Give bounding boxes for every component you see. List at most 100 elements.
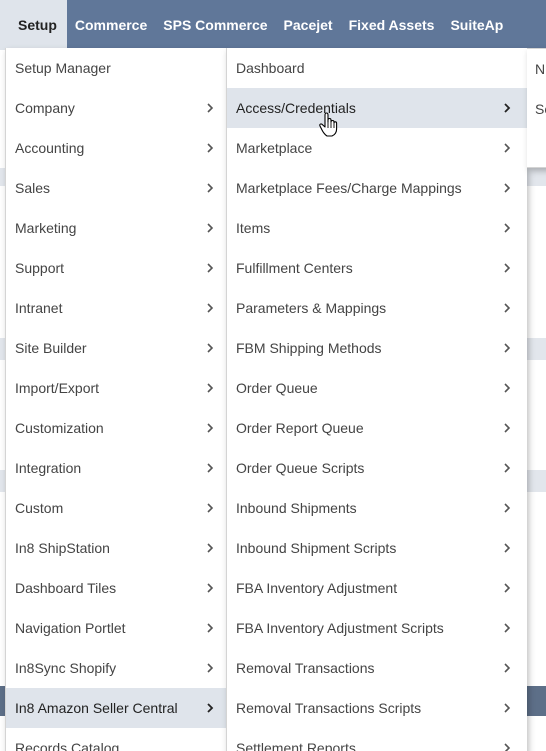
- submenu-item-items[interactable]: Items: [227, 208, 527, 248]
- menu-item-label: Marketplace: [236, 140, 313, 156]
- menu-item-import-export[interactable]: Import/Export: [6, 368, 226, 408]
- nav-tab-suiteapps[interactable]: SuiteAp: [442, 0, 511, 50]
- chevron-right-icon: [501, 702, 513, 714]
- amazon-seller-central-submenu: Dashboard Access/Credentials Marketplace…: [226, 48, 527, 751]
- menu-item-label: Custom: [15, 500, 64, 516]
- menu-item-navigation-portlet[interactable]: Navigation Portlet: [6, 608, 226, 648]
- menu-item-label: Dashboard Tiles: [15, 580, 117, 596]
- menu-item-label: Order Report Queue: [236, 420, 364, 436]
- nav-tab-fixed-assets[interactable]: Fixed Assets: [341, 0, 443, 50]
- menu-item-accounting[interactable]: Accounting: [6, 128, 226, 168]
- access-credentials-submenu: N Se: [527, 48, 546, 168]
- submenu-item-fba-inventory-adjustment[interactable]: FBA Inventory Adjustment: [227, 568, 527, 608]
- chevron-right-icon: [204, 222, 216, 234]
- chevron-right-icon: [501, 302, 513, 314]
- menu-item-setup-manager[interactable]: Setup Manager: [6, 48, 226, 88]
- submenu-item-marketplace-fees[interactable]: Marketplace Fees/Charge Mappings: [227, 168, 527, 208]
- menu-item-company[interactable]: Company: [6, 88, 226, 128]
- menu-item-label: Fulfillment Centers: [236, 260, 353, 276]
- menu-item-custom[interactable]: Custom: [6, 488, 226, 528]
- submenu3-item-search[interactable]: Se: [527, 89, 546, 129]
- menu-item-intranet[interactable]: Intranet: [6, 288, 226, 328]
- menu-item-site-builder[interactable]: Site Builder: [6, 328, 226, 368]
- menu-item-label: Accounting: [15, 140, 85, 156]
- menu-item-marketing[interactable]: Marketing: [6, 208, 226, 248]
- submenu-item-inbound-shipment-scripts[interactable]: Inbound Shipment Scripts: [227, 528, 527, 568]
- menu-item-label: Order Queue: [236, 380, 318, 396]
- chevron-right-icon: [204, 622, 216, 634]
- chevron-right-icon: [501, 382, 513, 394]
- hand-pointer-icon: [319, 112, 338, 137]
- submenu-item-parameters-mappings[interactable]: Parameters & Mappings: [227, 288, 527, 328]
- submenu3-item-new[interactable]: N: [527, 49, 546, 89]
- menu-item-label: Marketing: [15, 220, 77, 236]
- menu-item-records-catalog[interactable]: Records Catalog: [6, 728, 226, 751]
- menu-item-label: In8Sync Shopify: [15, 660, 117, 676]
- chevron-right-icon: [204, 702, 216, 714]
- menu-item-label: In8 Amazon Seller Central: [15, 700, 178, 716]
- chevron-right-icon: [204, 302, 216, 314]
- menu-item-sales[interactable]: Sales: [6, 168, 226, 208]
- menu-item-label: Support: [15, 260, 65, 276]
- menu-item-in8-shipstation[interactable]: In8 ShipStation: [6, 528, 226, 568]
- chevron-right-icon: [204, 422, 216, 434]
- chevron-right-icon: [501, 422, 513, 434]
- submenu-item-fulfillment-centers[interactable]: Fulfillment Centers: [227, 248, 527, 288]
- chevron-right-icon: [204, 382, 216, 394]
- nav-tab-setup[interactable]: Setup: [0, 0, 67, 50]
- menu-item-label: Items: [236, 220, 271, 236]
- top-navigation: Setup Commerce SPS Commerce Pacejet Fixe…: [0, 0, 546, 50]
- submenu-item-dashboard[interactable]: Dashboard: [227, 48, 527, 88]
- submenu-item-order-report-queue[interactable]: Order Report Queue: [227, 408, 527, 448]
- menu-item-label: Setup Manager: [15, 60, 111, 76]
- menu-item-label: Se: [535, 101, 546, 117]
- chevron-right-icon: [501, 742, 513, 751]
- submenu-item-order-queue[interactable]: Order Queue: [227, 368, 527, 408]
- menu-item-label: Company: [15, 100, 75, 116]
- menu-item-customization[interactable]: Customization: [6, 408, 226, 448]
- chevron-right-icon: [204, 182, 216, 194]
- menu-item-label: Sales: [15, 180, 51, 196]
- submenu-item-marketplace[interactable]: Marketplace: [227, 128, 527, 168]
- submenu-item-access-credentials[interactable]: Access/Credentials: [227, 88, 527, 128]
- chevron-right-icon: [204, 502, 216, 514]
- menu-item-label: Settlement Reports: [236, 740, 356, 751]
- chevron-right-icon: [204, 102, 216, 114]
- chevron-right-icon: [501, 582, 513, 594]
- menu-item-dashboard-tiles[interactable]: Dashboard Tiles: [6, 568, 226, 608]
- submenu-item-settlement-reports[interactable]: Settlement Reports: [227, 728, 527, 751]
- submenu-item-removal-transactions[interactable]: Removal Transactions: [227, 648, 527, 688]
- submenu-item-removal-transactions-scripts[interactable]: Removal Transactions Scripts: [227, 688, 527, 728]
- menu-item-support[interactable]: Support: [6, 248, 226, 288]
- chevron-right-icon: [501, 622, 513, 634]
- menu-item-label: Navigation Portlet: [15, 620, 126, 636]
- submenu-item-order-queue-scripts[interactable]: Order Queue Scripts: [227, 448, 527, 488]
- menu-item-label: Removal Transactions: [236, 660, 375, 676]
- menu-item-label: Integration: [15, 460, 82, 476]
- menu-item-in8-amazon-seller-central[interactable]: In8 Amazon Seller Central: [6, 688, 226, 728]
- menu-item-label: Parameters & Mappings: [236, 300, 387, 316]
- chevron-right-icon: [501, 182, 513, 194]
- nav-tab-sps-commerce[interactable]: SPS Commerce: [155, 0, 275, 50]
- menu-item-label: FBM Shipping Methods: [236, 340, 382, 356]
- submenu-item-fba-inventory-adjustment-scripts[interactable]: FBA Inventory Adjustment Scripts: [227, 608, 527, 648]
- menu-item-label: Records Catalog: [15, 740, 120, 751]
- submenu-item-fbm-shipping-methods[interactable]: FBM Shipping Methods: [227, 328, 527, 368]
- nav-tab-commerce[interactable]: Commerce: [67, 0, 155, 50]
- submenu-item-inbound-shipments[interactable]: Inbound Shipments: [227, 488, 527, 528]
- nav-tab-pacejet[interactable]: Pacejet: [276, 0, 341, 50]
- chevron-right-icon: [204, 582, 216, 594]
- menu-item-label: FBA Inventory Adjustment Scripts: [236, 620, 444, 636]
- setup-menu: Setup Manager Company Accounting Sales M…: [5, 48, 226, 751]
- menu-item-label: Inbound Shipment Scripts: [236, 540, 397, 556]
- chevron-right-icon: [204, 342, 216, 354]
- chevron-right-icon: [501, 462, 513, 474]
- chevron-right-icon: [501, 222, 513, 234]
- chevron-right-icon: [501, 102, 513, 114]
- menu-item-integration[interactable]: Integration: [6, 448, 226, 488]
- menu-item-label: In8 ShipStation: [15, 540, 110, 556]
- menu-item-label: Inbound Shipments: [236, 500, 357, 516]
- menu-item-label: Order Queue Scripts: [236, 460, 365, 476]
- menu-item-label: Removal Transactions Scripts: [236, 700, 422, 716]
- menu-item-in8sync-shopify[interactable]: In8Sync Shopify: [6, 648, 226, 688]
